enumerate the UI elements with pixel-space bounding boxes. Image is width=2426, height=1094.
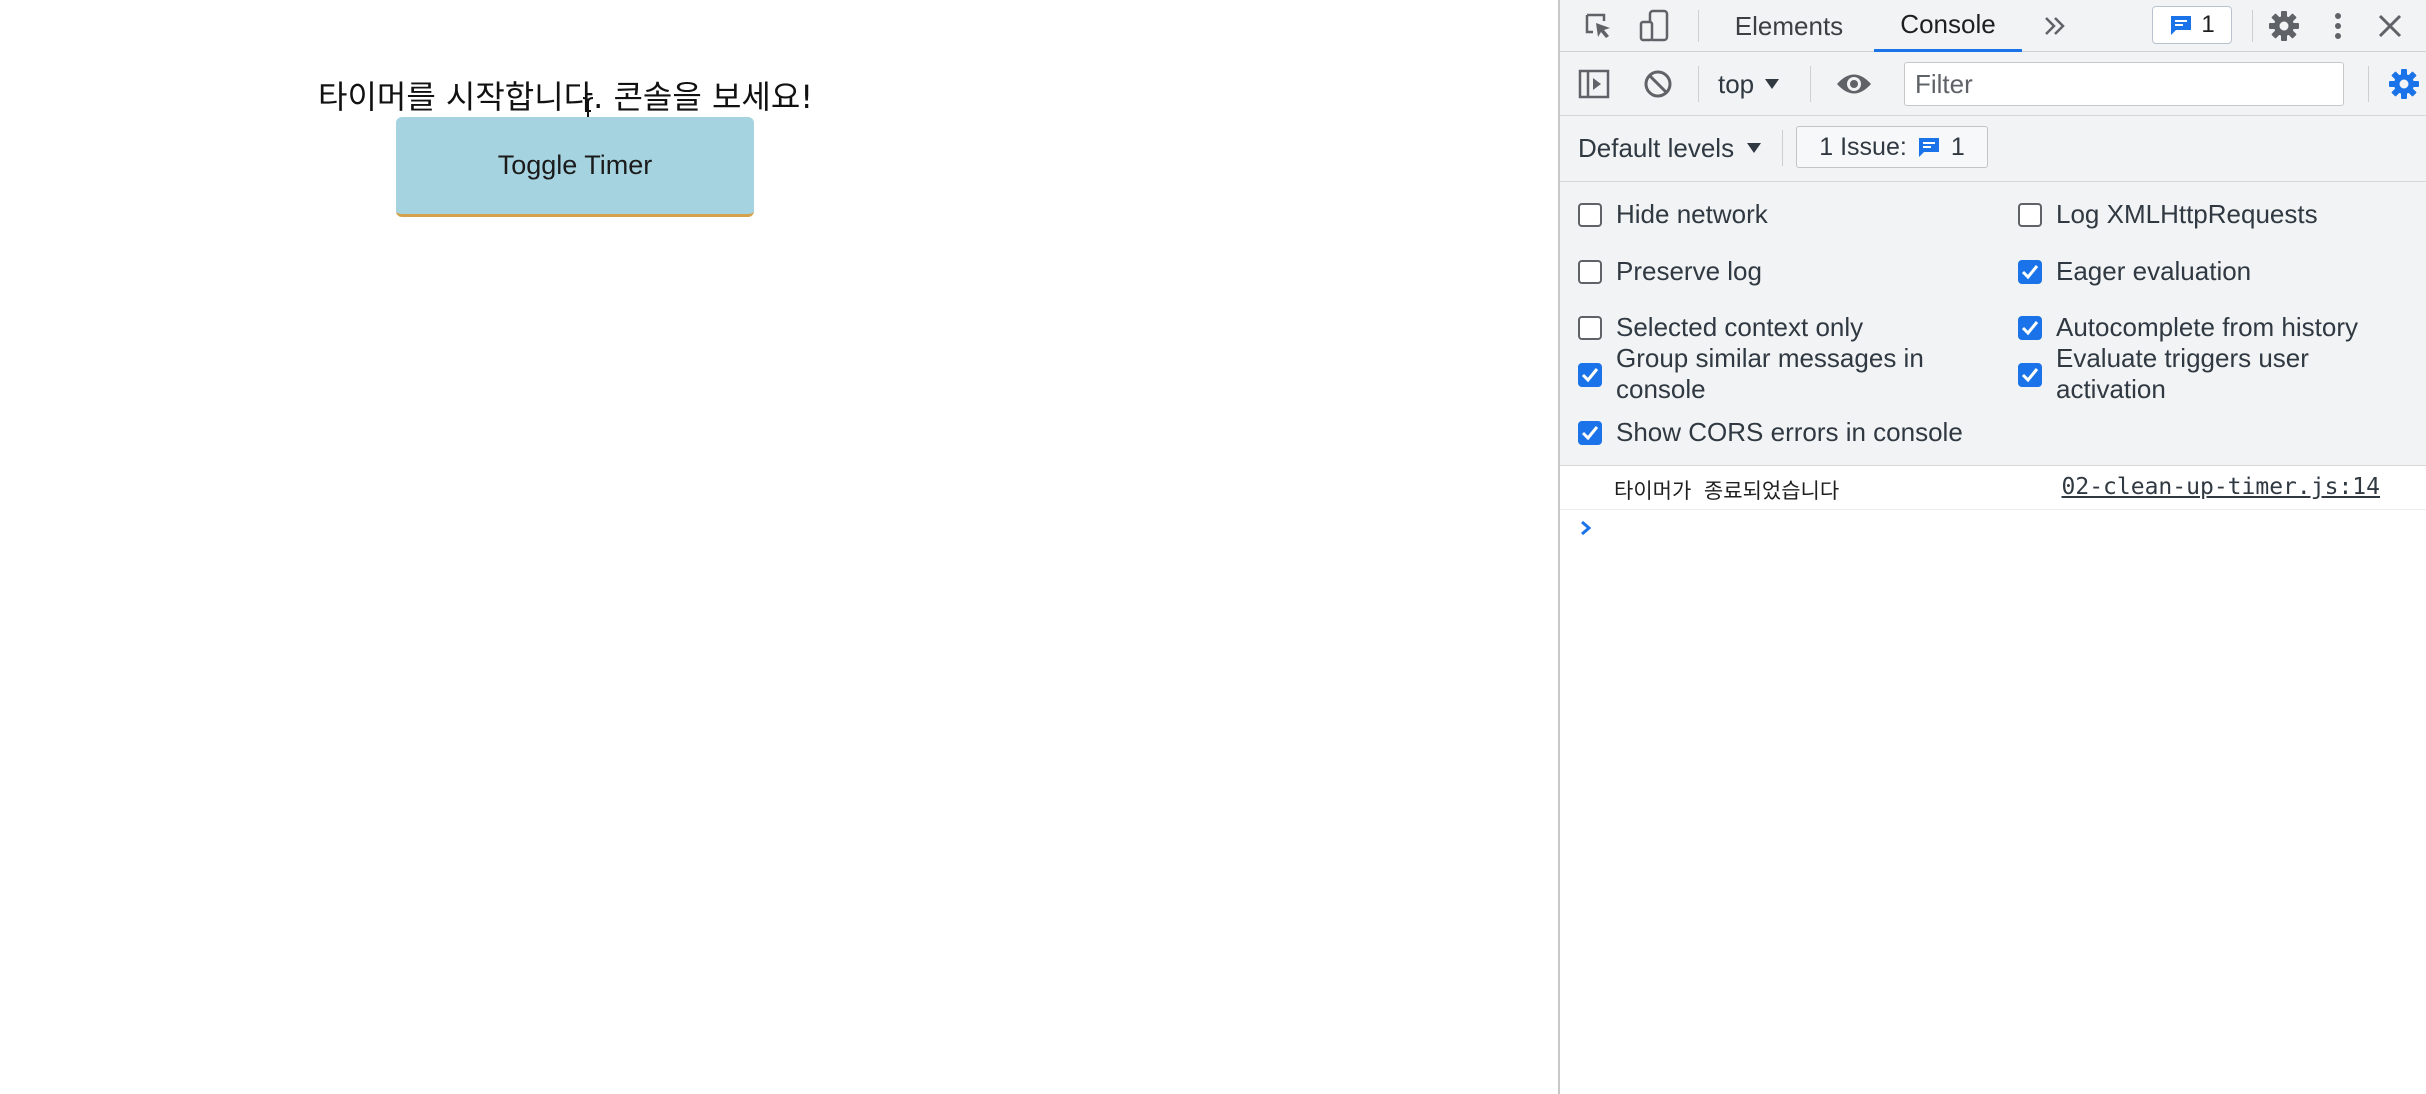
log-levels-label: Default levels [1578,132,1735,163]
console-message-source-link[interactable]: 02-clean-up-timer.js:14 [2062,474,2381,500]
toolbar-divider [2252,10,2253,42]
checkbox[interactable] [1578,203,1602,227]
settings-gear-icon[interactable] [2266,8,2302,44]
page-heading: 타이머를 시작합니다. 콘솔을 보세요! [318,78,814,116]
toolbar-divider [1698,66,1699,102]
setting-selected-context-only[interactable]: Selected context only [1578,312,1998,343]
tab-console[interactable]: Console [1874,0,2022,52]
setting-label: Show CORS errors in console [1616,417,1963,447]
toolbar-divider [1782,130,1783,166]
clear-console-icon[interactable] [1640,66,1676,102]
toolbar-divider [1810,66,1811,102]
setting-show-cors-errors[interactable]: Show CORS errors in console [1578,417,1998,448]
dropdown-arrow-icon [1765,79,1780,89]
issues-button[interactable]: 1 Issue: 1 [1796,126,1988,168]
devtools-panel: Elements Console 1 top Filter Default le… [1558,0,2426,1094]
setting-autocomplete-history[interactable]: Autocomplete from history [2018,312,2418,343]
setting-label: Autocomplete from history [2056,312,2359,342]
checkbox[interactable] [2018,260,2042,284]
console-message-text: 타이머가 종료되었습니다 [1614,479,1840,503]
issues-count: 1 [2201,11,2215,38]
setting-eager-evaluation[interactable]: Eager evaluation [2018,256,2418,287]
checkbox[interactable] [1578,316,1602,340]
devtools-tabbar: Elements Console 1 [1560,0,2426,52]
dropdown-arrow-icon [1747,143,1762,153]
live-expression-eye-icon[interactable] [1830,66,1878,102]
console-settings-gear-icon[interactable] [2386,66,2422,102]
setting-preserve-log[interactable]: Preserve log [1578,256,1998,287]
console-toolbar: top [1560,52,2426,116]
setting-label: Evaluate triggers user activation [2056,343,2309,404]
prompt-chevron-icon [1581,520,1592,536]
console-message-row: 타이머가 종료되었습니다 02-clean-up-timer.js:14 [1560,466,2426,510]
checkmark-icon [2021,321,2039,336]
console-output: 타이머가 종료되었습니다 02-clean-up-timer.js:14 [1560,466,2426,1094]
setting-hide-network[interactable]: Hide network [1578,199,1998,230]
toolbar-divider [2368,66,2369,102]
setting-label: Group similar messages in console [1616,343,1924,404]
checkbox[interactable] [1578,260,1602,284]
context-value: top [1718,68,1755,99]
message-icon [2171,16,2192,35]
setting-label: Hide network [1616,199,1768,229]
inspect-element-icon[interactable] [1580,8,1616,44]
levels-toolbar: Default levels 1 Issue: 1 [1560,116,2426,182]
device-toolbar-icon[interactable] [1636,8,1672,44]
issue-button-count: 1 [1950,132,1965,161]
console-settings-pane: Hide network Preserve log Selected conte… [1560,182,2426,466]
checkbox[interactable] [1578,421,1602,445]
console-prompt[interactable] [1560,510,2426,554]
checkbox[interactable] [2018,203,2042,227]
checkmark-icon [2021,368,2039,383]
log-levels-dropdown[interactable]: Default levels [1578,128,1762,168]
checkmark-icon [2021,265,2039,280]
filter-input[interactable] [1904,62,2344,106]
setting-label: Eager evaluation [2056,256,2252,286]
setting-label: Selected context only [1616,312,1864,342]
more-tabs-icon[interactable] [2038,10,2072,42]
checkbox[interactable] [2018,363,2042,387]
show-sidebar-icon[interactable] [1576,66,1612,102]
checkmark-icon [1581,426,1599,441]
issues-counter-badge[interactable]: 1 [2152,6,2232,44]
toggle-timer-button[interactable]: Toggle Timer [396,117,754,217]
page-viewport: 타이머를 시작합니다. 콘솔을 보세요! Toggle Timer [0,0,1558,1094]
setting-group-similar[interactable]: Group similar messages in console [1578,343,1978,405]
context-selector[interactable]: top [1718,64,1780,104]
setting-label: Preserve log [1616,256,1762,286]
checkmark-icon [1581,368,1599,383]
checkbox[interactable] [2018,316,2042,340]
message-icon [1918,138,1939,157]
setting-label: Log XMLHttpRequests [2056,199,2318,229]
issue-button-label: 1 Issue: [1819,132,1907,161]
more-options-icon[interactable] [2326,8,2350,44]
setting-evaluate-triggers[interactable]: Evaluate triggers user activation [2018,343,2348,405]
tab-elements[interactable]: Elements [1720,0,1858,52]
toolbar-divider [1698,10,1699,42]
checkbox[interactable] [1578,363,1602,387]
setting-log-xmlhttprequests[interactable]: Log XMLHttpRequests [2018,199,2418,230]
close-icon[interactable] [2372,8,2408,44]
